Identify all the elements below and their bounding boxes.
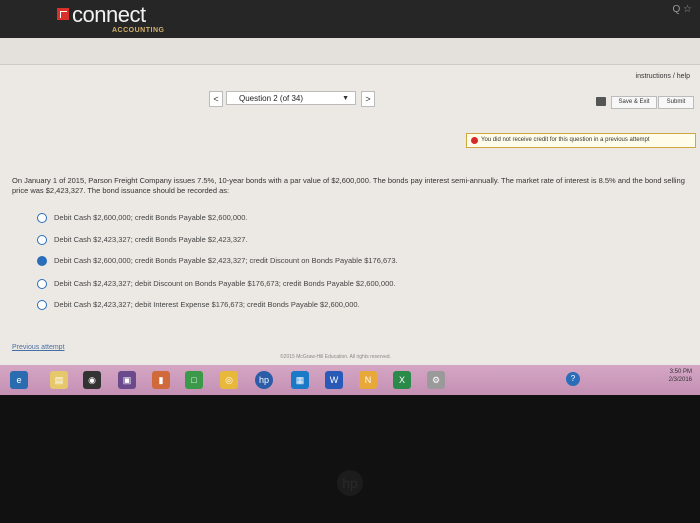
submit-button[interactable]: Submit xyxy=(658,96,694,109)
previous-attempt-alert: You did not receive credit for this ques… xyxy=(466,133,696,148)
question-select[interactable]: Question 2 (of 34) ▼ xyxy=(226,91,356,105)
logo-subtitle: ACCOUNTING xyxy=(112,27,165,34)
help-icon[interactable]: ? xyxy=(566,372,580,386)
save-exit-button[interactable]: Save & Exit xyxy=(611,96,657,109)
answer-option-label: Debit Cash $2,423,327; debit Interest Ex… xyxy=(54,300,360,309)
hp-icon[interactable]: hp xyxy=(255,371,273,389)
radio-button-selected[interactable] xyxy=(37,256,47,266)
chrome-icon[interactable]: ◎ xyxy=(220,371,238,389)
logo-text: connect xyxy=(72,2,146,27)
question-text: On January 1 of 2015, Parson Freight Com… xyxy=(12,176,685,195)
question-select-label: Question 2 (of 34) xyxy=(239,94,304,103)
word-icon[interactable]: W xyxy=(325,371,343,389)
browser-icons[interactable]: Q ☆ xyxy=(672,4,692,15)
sub-bar xyxy=(0,38,700,65)
answer-option-label: Debit Cash $2,423,327; debit Discount on… xyxy=(54,279,396,288)
top-bar: connect ACCOUNTING Q ☆ xyxy=(0,0,700,38)
taskbar: e ▤ ◉ ▣ ▮ □ ◎ hp ▦ W N X ⚙ ? 3:50 PM 2/3… xyxy=(0,365,700,395)
settings-icon[interactable]: ⚙ xyxy=(427,371,445,389)
previous-attempt-link[interactable]: Previous attempt xyxy=(12,344,65,351)
next-question-button[interactable]: > xyxy=(361,91,375,107)
system-tray-clock[interactable]: 3:50 PM 2/3/2016 xyxy=(669,368,692,384)
radio-button[interactable] xyxy=(37,235,47,245)
radio-button[interactable] xyxy=(37,213,47,223)
previous-question-button[interactable]: < xyxy=(209,91,223,107)
remote-desktop-icon[interactable]: ▦ xyxy=(291,371,309,389)
internet-explorer-icon[interactable]: e xyxy=(10,371,28,389)
answer-option-label: Debit Cash $2,600,000; credit Bonds Paya… xyxy=(54,213,248,222)
tray-date: 2/3/2016 xyxy=(668,377,692,383)
onenote-icon[interactable]: N xyxy=(359,371,377,389)
tray-time: 3:50 PM xyxy=(669,369,692,375)
store-icon[interactable]: ▮ xyxy=(152,371,170,389)
alert-text: You did not receive credit for this ques… xyxy=(481,137,650,143)
file-explorer-icon[interactable]: ▤ xyxy=(50,371,68,389)
answer-option-label: Debit Cash $2,423,327; credit Bonds Paya… xyxy=(54,235,248,244)
alert-icon xyxy=(471,137,478,144)
photos-icon[interactable]: ▣ xyxy=(118,371,136,389)
radio-button[interactable] xyxy=(37,279,47,289)
copyright-text: ©2015 McGraw-Hill Education. All rights … xyxy=(280,354,391,360)
answer-option-label: Debit Cash $2,600,000; credit Bonds Paya… xyxy=(54,256,398,265)
chevron-down-icon: ▼ xyxy=(342,95,349,102)
hp-bezel-logo-icon: hp xyxy=(337,470,363,496)
instructions-help-link[interactable]: instructions / help xyxy=(636,73,690,80)
radio-button[interactable] xyxy=(37,300,47,310)
media-player-icon[interactable]: ◉ xyxy=(83,371,101,389)
connect-logo-icon xyxy=(57,8,69,20)
excel-icon[interactable]: X xyxy=(393,371,411,389)
print-icon[interactable] xyxy=(596,97,606,106)
calendar-icon[interactable]: □ xyxy=(185,371,203,389)
screen: connect ACCOUNTING Q ☆ instructions / he… xyxy=(0,0,700,395)
